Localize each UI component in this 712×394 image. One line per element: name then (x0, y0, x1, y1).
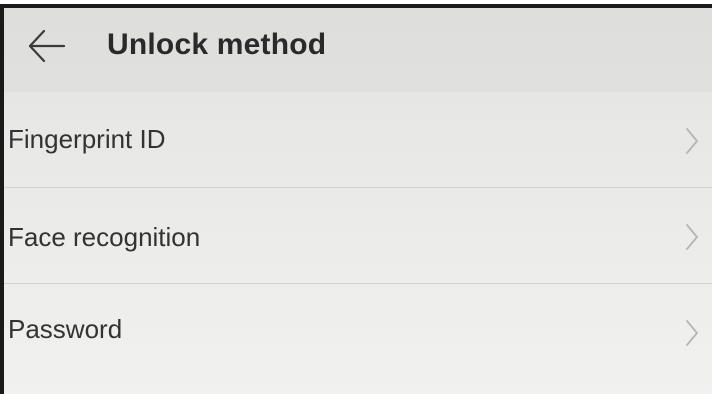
arrow-left-icon (28, 29, 66, 63)
menu-item-label: Fingerprint ID (8, 124, 166, 154)
back-button[interactable] (22, 24, 70, 68)
chevron-right-icon (684, 126, 700, 156)
menu-item-label: Password (8, 314, 123, 344)
unlock-method-list: Fingerprint ID Face recognition Password (4, 92, 712, 380)
menu-item-face-recognition[interactable]: Face recognition (4, 188, 712, 284)
screen: Unlock method Fingerprint ID Face recogn… (0, 4, 712, 394)
chevron-right-icon (684, 222, 700, 252)
menu-item-password[interactable]: Password (4, 284, 712, 380)
menu-item-fingerprint-id[interactable]: Fingerprint ID (4, 92, 712, 188)
menu-item-label: Face recognition (8, 222, 201, 252)
app-bar: Unlock method (4, 8, 712, 92)
page-title: Unlock method (107, 28, 327, 61)
chevron-right-icon (684, 318, 700, 348)
